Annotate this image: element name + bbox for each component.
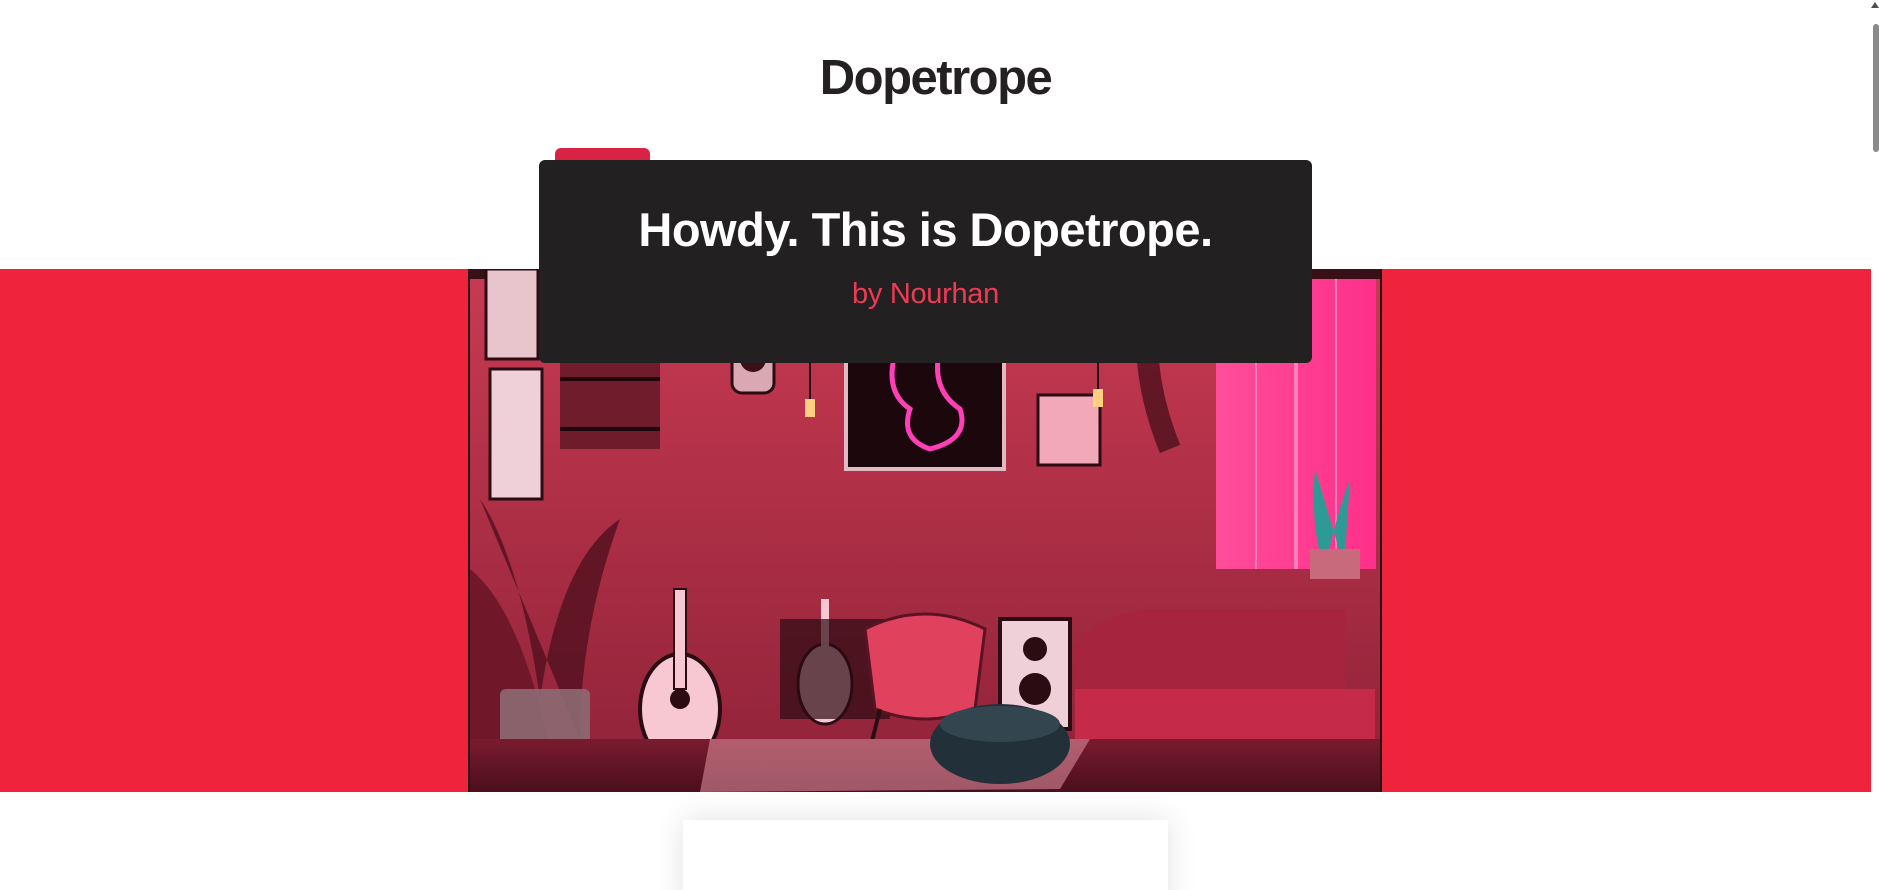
scroll-up-arrow-icon[interactable] <box>1871 2 1879 8</box>
scrollbar[interactable] <box>1871 0 1879 890</box>
banner-title: Howdy. This is Dopetrope. <box>638 203 1213 256</box>
page: Dopetrope Home Dropdown Left Sidebar Rig… <box>0 0 1879 890</box>
banner-caption: Howdy. This is Dopetrope. by Nourhan <box>539 160 1312 363</box>
banner-byline: by Nourhan <box>852 278 999 310</box>
scrollbar-thumb[interactable] <box>1873 24 1879 152</box>
content-card <box>683 820 1168 890</box>
site-title[interactable]: Dopetrope <box>0 46 1871 110</box>
